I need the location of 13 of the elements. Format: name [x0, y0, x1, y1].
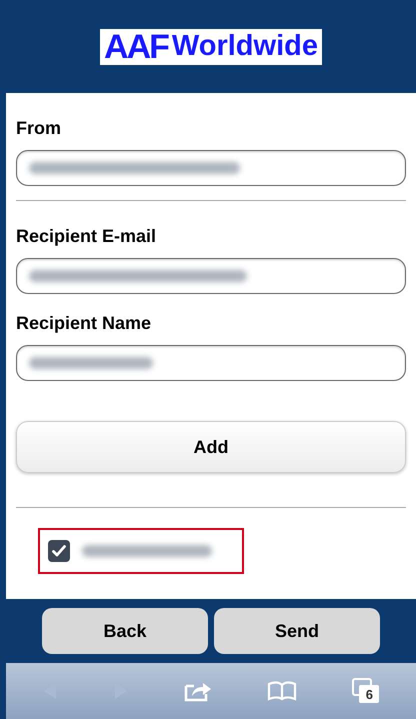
checkbox[interactable] [48, 540, 70, 562]
field-label: From [16, 117, 62, 140]
field-label: Recipient Name [16, 312, 152, 335]
checkmark-icon [52, 545, 66, 557]
input-field[interactable] [16, 258, 406, 294]
logo: AAFWorldwide [100, 28, 322, 64]
add-button[interactable]: Add [16, 421, 406, 473]
tabs-button[interactable]: 6 [352, 678, 380, 704]
input-field[interactable] [16, 150, 406, 186]
field-label: Recipient E-mail [16, 225, 158, 248]
action-button[interactable]: Back [42, 608, 208, 654]
input-field[interactable] [16, 345, 406, 381]
action-button[interactable]: Send [214, 608, 380, 654]
